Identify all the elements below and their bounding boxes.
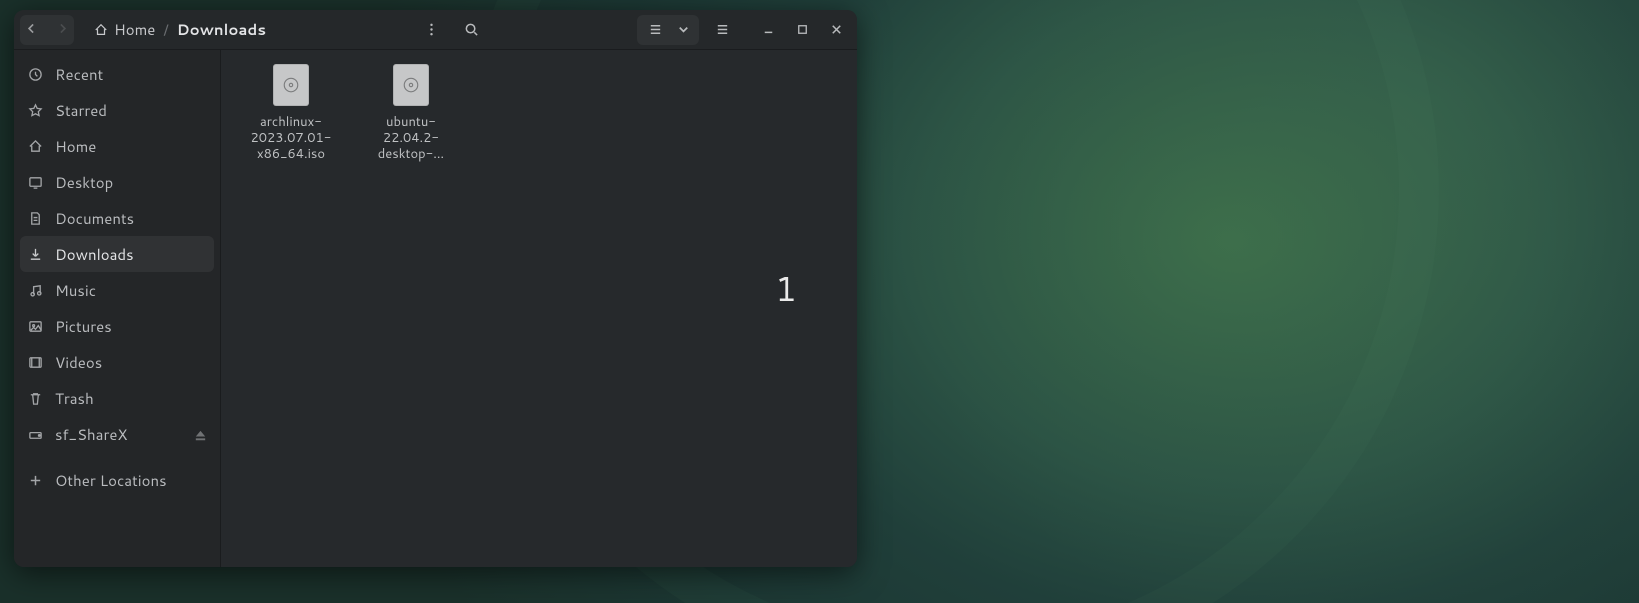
home-icon — [28, 139, 43, 154]
breadcrumb-separator: / — [163, 19, 168, 40]
file-manager-window: Home / Downloads — [14, 10, 857, 567]
sidebar-item-music[interactable]: Music — [14, 272, 220, 308]
sidebar-item-pictures[interactable]: Pictures — [14, 308, 220, 344]
file-label: ubuntu-22.04.2-desktop-… — [361, 114, 461, 162]
breadcrumb-current[interactable]: Downloads — [177, 19, 266, 40]
nav-back-forward — [20, 15, 74, 45]
star-icon — [28, 103, 43, 118]
breadcrumb-home[interactable]: Home — [94, 19, 155, 40]
view-mode-button[interactable] — [643, 15, 667, 45]
forward-button[interactable] — [56, 20, 69, 40]
close-icon — [829, 22, 844, 37]
hamburger-menu-button[interactable] — [705, 15, 739, 45]
sidebar-item-home[interactable]: Home — [14, 128, 220, 164]
trash-icon — [28, 391, 43, 406]
breadcrumb: Home / Downloads — [94, 19, 266, 40]
sidebar-item-starred[interactable]: Starred — [14, 92, 220, 128]
sidebar-item-label: Recent — [55, 64, 103, 85]
file-view[interactable]: archlinux-2023.07.01-x86_64.iso ubuntu-22… — [221, 50, 857, 567]
maximize-icon — [795, 22, 810, 37]
maximize-button[interactable] — [787, 15, 817, 45]
drive-icon — [28, 427, 43, 442]
breadcrumb-home-label: Home — [114, 19, 155, 40]
sidebar-item-recent[interactable]: Recent — [14, 56, 220, 92]
sidebar-item-label: Desktop — [55, 172, 113, 193]
picture-icon — [28, 319, 43, 334]
sidebar-item-label: Music — [55, 280, 96, 301]
clock-icon — [28, 67, 43, 82]
video-icon — [28, 355, 43, 370]
doc-icon — [28, 211, 43, 226]
minimize-button[interactable] — [753, 15, 783, 45]
search-button[interactable] — [455, 15, 489, 45]
down-icon — [28, 247, 43, 262]
sidebar-item-label: Videos — [55, 352, 102, 373]
sidebar-item-desktop[interactable]: Desktop — [14, 164, 220, 200]
sidebar-item-label: sf_ShareX — [55, 424, 127, 445]
sidebar-item-label: Trash — [55, 388, 94, 409]
hamburger-icon — [715, 22, 730, 37]
sidebar-item-label: Starred — [55, 100, 107, 121]
sidebar-item-trash[interactable]: Trash — [14, 380, 220, 416]
sidebar: Recent Starred Home Desktop Documents Downloa… — [14, 50, 221, 567]
sidebar-item-sf_sharex[interactable]: sf_ShareX — [14, 416, 220, 452]
sidebar-item-label: Other Locations — [55, 470, 167, 491]
kebab-icon — [424, 22, 439, 37]
music-icon — [28, 283, 43, 298]
window-controls — [753, 15, 851, 45]
plus-icon — [28, 473, 43, 488]
home-icon — [94, 23, 108, 37]
view-options-dropdown[interactable] — [673, 15, 693, 45]
file-label: archlinux-2023.07.01-x86_64.iso — [241, 114, 341, 162]
workspace-indicator: 1 — [775, 264, 797, 312]
eject-button[interactable] — [193, 428, 206, 441]
disc-image-icon — [273, 64, 309, 106]
list-icon — [648, 22, 663, 37]
close-button[interactable] — [821, 15, 851, 45]
back-button[interactable] — [25, 20, 38, 40]
search-icon — [464, 22, 479, 37]
folder-menu-button[interactable] — [415, 15, 449, 45]
minimize-icon — [761, 22, 776, 37]
sidebar-item-label: Pictures — [55, 316, 112, 337]
headerbar: Home / Downloads — [14, 10, 857, 50]
view-controls — [637, 15, 699, 45]
disc-image-icon — [393, 64, 429, 106]
sidebar-item-label: Documents — [55, 208, 134, 229]
sidebar-item-label: Downloads — [55, 244, 134, 265]
sidebar-item-videos[interactable]: Videos — [14, 344, 220, 380]
file-item[interactable]: archlinux-2023.07.01-x86_64.iso — [233, 64, 349, 162]
sidebar-item-label: Home — [55, 136, 96, 157]
file-item[interactable]: ubuntu-22.04.2-desktop-… — [353, 64, 469, 162]
sidebar-item-documents[interactable]: Documents — [14, 200, 220, 236]
sidebar-item-other-locations[interactable]: Other Locations — [14, 462, 220, 498]
sidebar-item-downloads[interactable]: Downloads — [20, 236, 214, 272]
desktop-icon — [28, 175, 43, 190]
chevron-down-icon — [676, 22, 691, 37]
